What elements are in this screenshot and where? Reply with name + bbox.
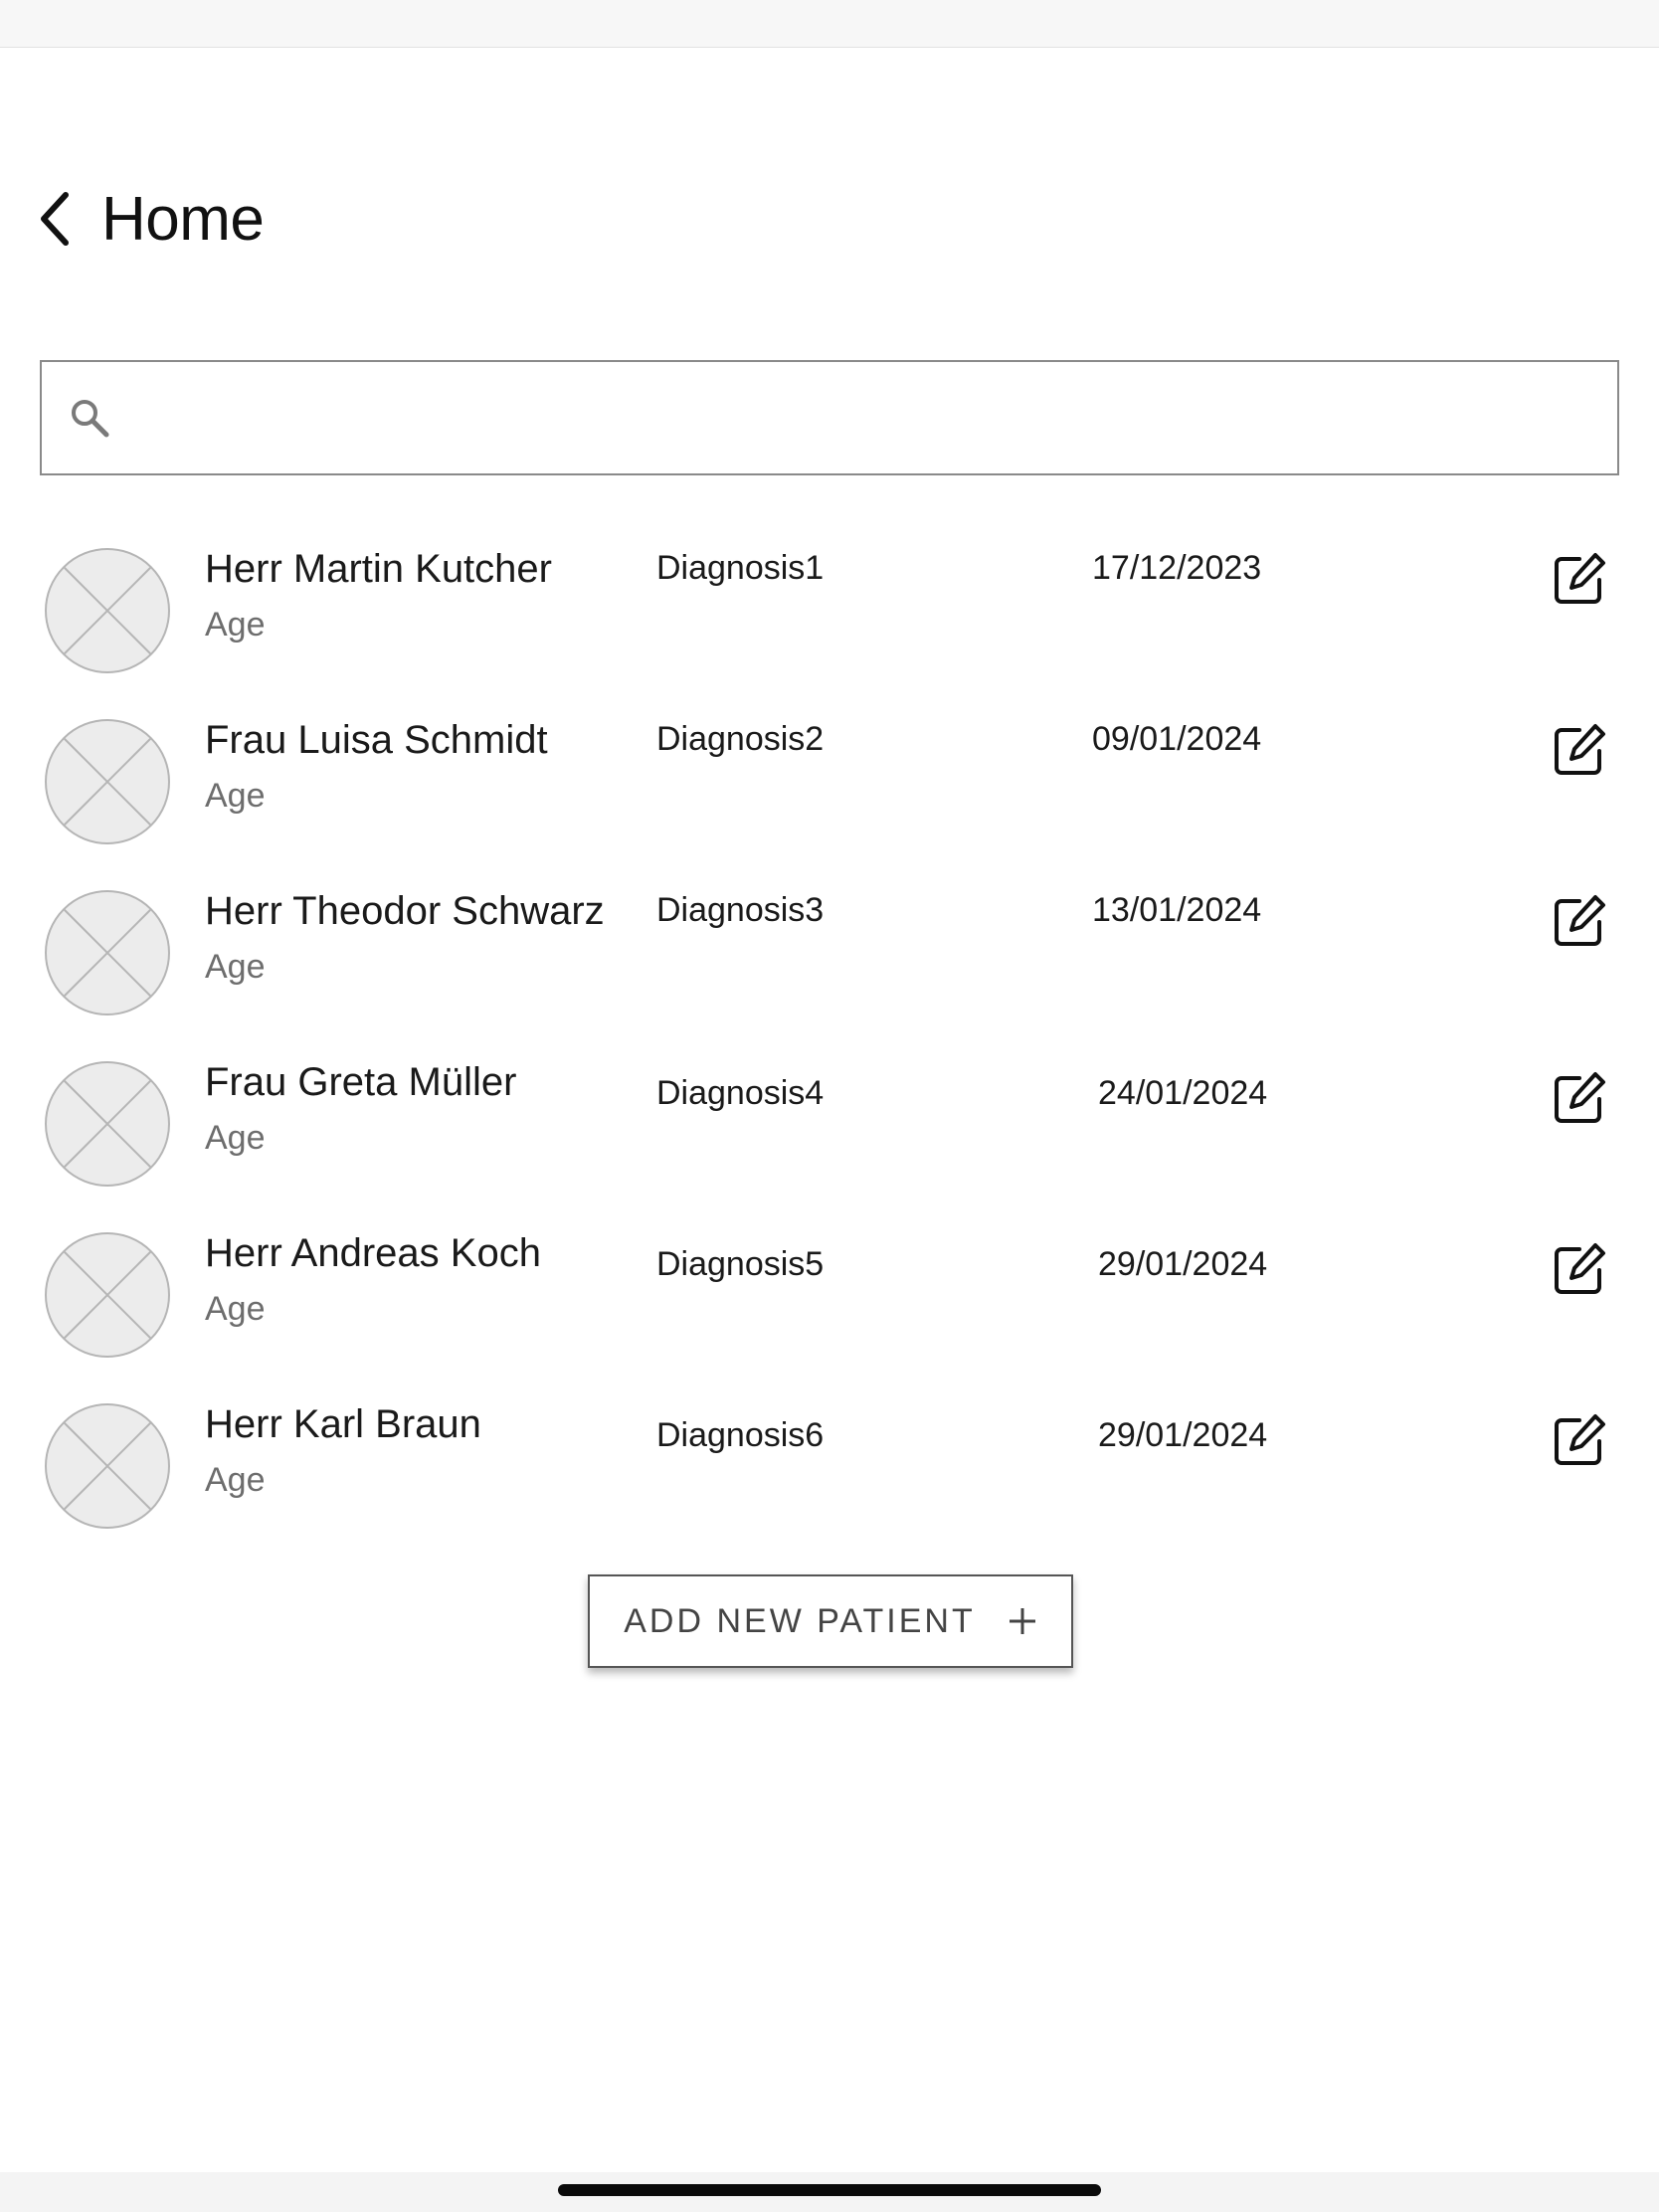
- avatar-placeholder-icon: [45, 1403, 170, 1529]
- patient-row[interactable]: Frau Greta Müller Age Diagnosis4 24/01/2…: [0, 1030, 1659, 1201]
- patient-list: Herr Martin Kutcher Age Diagnosis1 17/12…: [0, 517, 1659, 1544]
- edit-icon[interactable]: [1550, 1070, 1607, 1128]
- patient-name: Herr Karl Braun: [205, 1402, 481, 1446]
- patient-diagnosis: Diagnosis1: [656, 549, 825, 587]
- patient-date: 13/01/2024: [1092, 891, 1262, 929]
- search-input[interactable]: [131, 362, 1617, 473]
- chevron-left-icon: [41, 192, 69, 246]
- patient-diagnosis: Diagnosis3: [656, 891, 825, 929]
- patient-date: 24/01/2024: [1098, 1074, 1268, 1112]
- avatar-placeholder-icon: [45, 548, 170, 673]
- patient-row[interactable]: Herr Martin Kutcher Age Diagnosis1 17/12…: [0, 517, 1659, 688]
- patient-date: 29/01/2024: [1098, 1416, 1268, 1454]
- patient-age: Age: [205, 1461, 266, 1499]
- edit-icon[interactable]: [1550, 1412, 1607, 1470]
- patient-age: Age: [205, 777, 266, 815]
- patient-name: Frau Luisa Schmidt: [205, 718, 548, 762]
- avatar-placeholder-icon: [45, 1061, 170, 1187]
- patient-diagnosis: Diagnosis6: [656, 1416, 825, 1454]
- edit-icon[interactable]: [1550, 1241, 1607, 1299]
- patient-age: Age: [205, 948, 266, 986]
- add-new-patient-label: ADD NEW PATIENT: [624, 1601, 976, 1640]
- avatar-placeholder-icon: [45, 1232, 170, 1358]
- avatar-placeholder-icon: [45, 890, 170, 1015]
- edit-icon[interactable]: [1550, 551, 1607, 609]
- add-new-patient-button[interactable]: ADD NEW PATIENT: [588, 1574, 1073, 1668]
- search-icon: [72, 400, 109, 438]
- patient-date: 17/12/2023: [1092, 549, 1262, 587]
- edit-icon[interactable]: [1550, 722, 1607, 780]
- patient-age: Age: [205, 606, 266, 644]
- patient-row[interactable]: Frau Luisa Schmidt Age Diagnosis2 09/01/…: [0, 688, 1659, 859]
- patient-date: 09/01/2024: [1092, 720, 1262, 758]
- plus-icon: [1009, 1608, 1035, 1634]
- patient-age: Age: [205, 1119, 266, 1157]
- patient-name: Frau Greta Müller: [205, 1060, 517, 1104]
- status-bar: [0, 0, 1659, 48]
- avatar-placeholder-icon: [45, 719, 170, 844]
- edit-icon[interactable]: [1550, 893, 1607, 951]
- back-button[interactable]: Home: [36, 179, 265, 259]
- patient-row[interactable]: Herr Theodor Schwarz Age Diagnosis3 13/0…: [0, 859, 1659, 1030]
- patient-row[interactable]: Herr Andreas Koch Age Diagnosis5 29/01/2…: [0, 1201, 1659, 1373]
- home-indicator[interactable]: [558, 2184, 1101, 2196]
- patient-diagnosis: Diagnosis5: [656, 1245, 825, 1283]
- search-bar[interactable]: [40, 360, 1619, 475]
- patient-diagnosis: Diagnosis2: [656, 720, 825, 758]
- patient-diagnosis: Diagnosis4: [656, 1074, 825, 1112]
- patient-name: Herr Theodor Schwarz: [205, 889, 605, 933]
- back-label: Home: [101, 184, 265, 254]
- patient-age: Age: [205, 1290, 266, 1328]
- patient-date: 29/01/2024: [1098, 1245, 1268, 1283]
- patient-name: Herr Andreas Koch: [205, 1231, 541, 1275]
- patient-name: Herr Martin Kutcher: [205, 547, 552, 591]
- patient-row[interactable]: Herr Karl Braun Age Diagnosis6 29/01/202…: [0, 1373, 1659, 1544]
